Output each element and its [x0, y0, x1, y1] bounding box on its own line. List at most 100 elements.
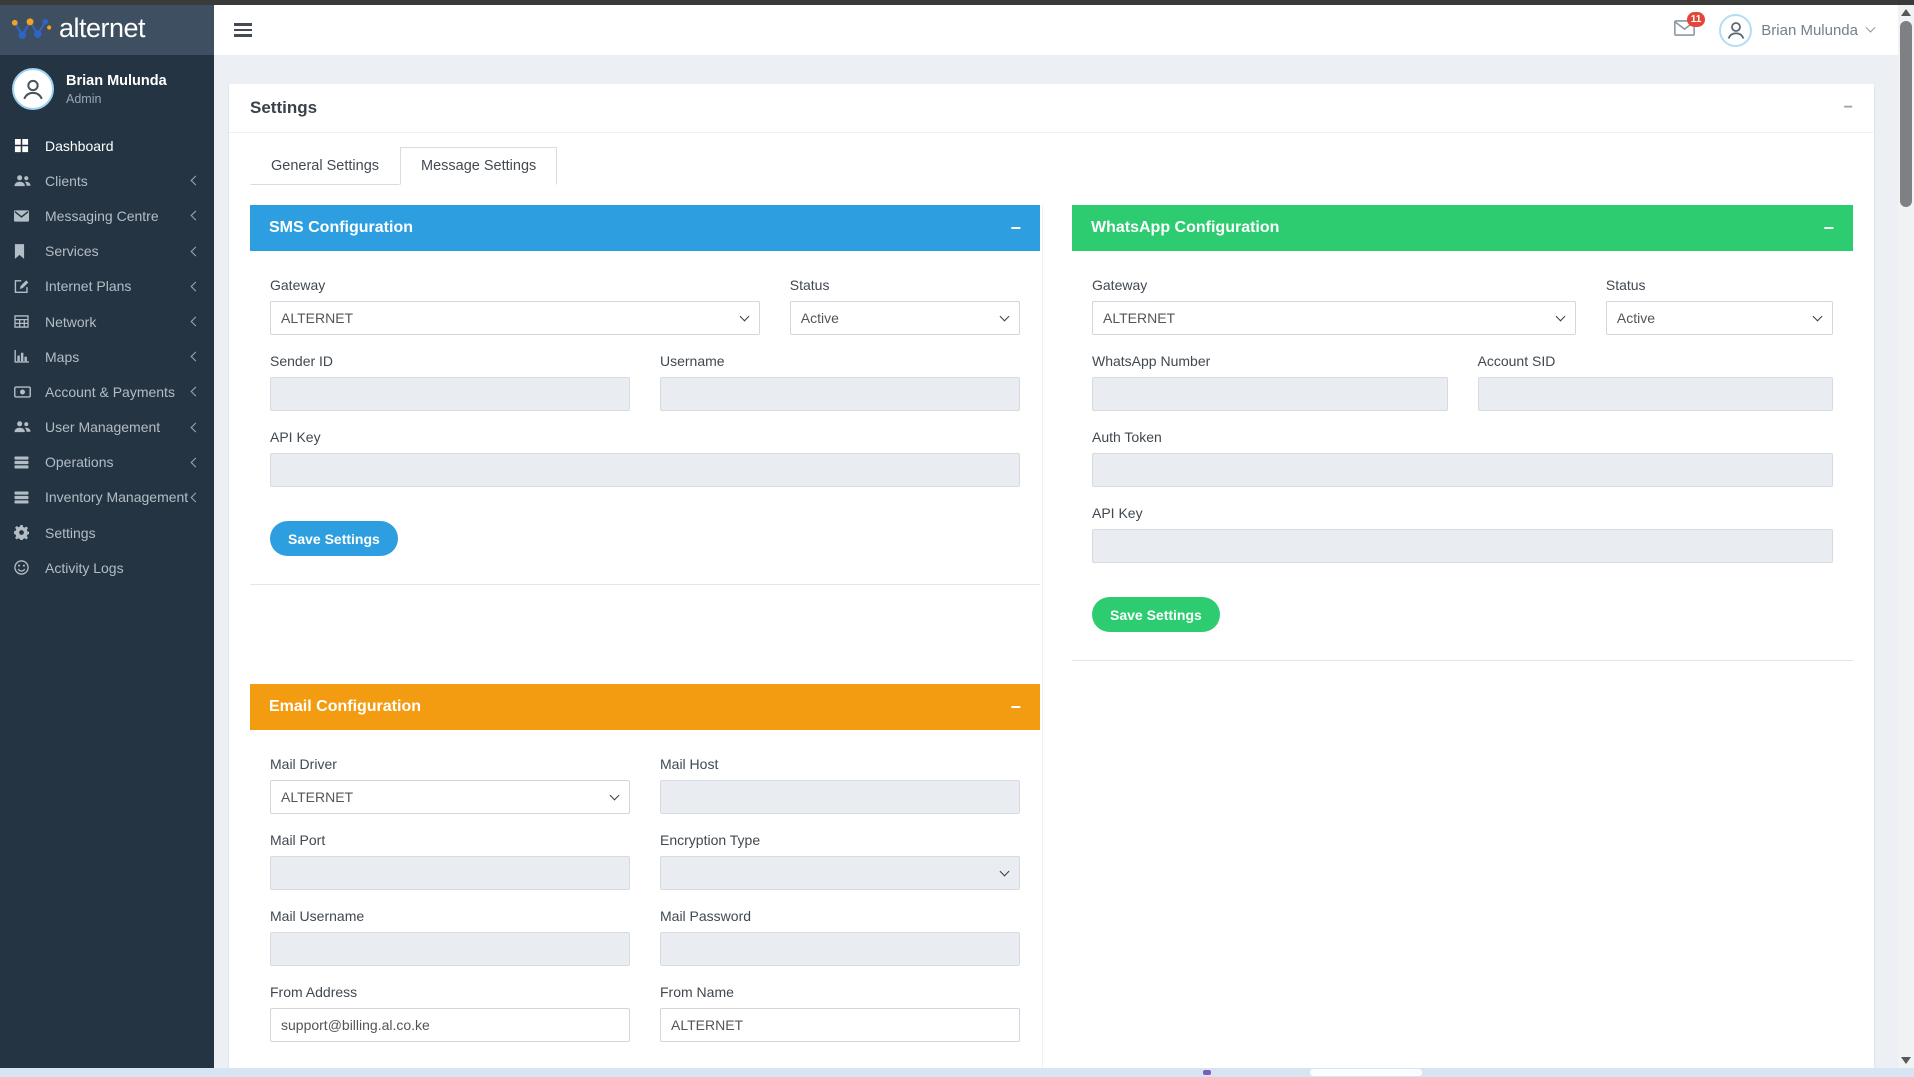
- whatsapp-number-input[interactable]: [1092, 377, 1448, 411]
- edit-icon: [14, 279, 36, 294]
- window-top-edge: [0, 0, 1914, 5]
- scroll-down-arrow-icon[interactable]: [1901, 1057, 1911, 1064]
- field-label: Mail Host: [660, 756, 1020, 772]
- sidebar-item-messaging-centre[interactable]: Messaging Centre: [0, 198, 214, 233]
- user-role: Admin: [66, 92, 167, 106]
- sms-panel-header: SMS Configuration −: [250, 205, 1040, 251]
- left-column: SMS Configuration−GatewayALTERNETStatusA…: [250, 205, 1043, 1068]
- sidebar-item-clients[interactable]: Clients: [0, 163, 214, 198]
- sidebar-item-services[interactable]: Services: [0, 234, 214, 269]
- save-settings-button[interactable]: Save Settings: [270, 521, 398, 556]
- user-avatar-icon: [1719, 14, 1752, 47]
- panel-collapse-button[interactable]: −: [1010, 219, 1021, 237]
- scrollbar-thumb[interactable]: [1900, 21, 1912, 207]
- sidebar-item-label: User Management: [45, 419, 160, 435]
- sidebar-item-label: Operations: [45, 454, 113, 470]
- messages-button[interactable]: 11: [1674, 20, 1695, 41]
- from-name-input[interactable]: [660, 1008, 1020, 1042]
- user-avatar: [12, 68, 54, 110]
- grid-icon: [14, 138, 36, 153]
- envelope-icon: [14, 210, 36, 222]
- tab-message-settings[interactable]: Message Settings: [400, 147, 557, 185]
- sidebar-item-operations[interactable]: Operations: [0, 445, 214, 480]
- whatsapp-panel-body: GatewayALTERNETStatusActiveWhatsApp Numb…: [1072, 251, 1853, 660]
- username-input[interactable]: [660, 377, 1020, 411]
- chevron-left-icon: [191, 457, 201, 467]
- card-collapse-button[interactable]: −: [1844, 100, 1853, 116]
- bookmark-icon: [14, 244, 36, 259]
- sidebar-item-user-management[interactable]: User Management: [0, 410, 214, 445]
- right-column: WhatsApp Configuration−GatewayALTERNETSt…: [1072, 205, 1853, 661]
- sms-panel-body: GatewayALTERNETStatusActiveSender IDUser…: [250, 251, 1040, 584]
- sidebar-nav: Dashboard Clients Messaging Centre Services…: [0, 128, 214, 585]
- sidebar-item-inventory-management[interactable]: Inventory Management: [0, 480, 214, 515]
- money-icon: [14, 386, 36, 398]
- field-label: Auth Token: [1092, 429, 1833, 445]
- from-address-input[interactable]: [270, 1008, 630, 1042]
- brand-logo[interactable]: alternet: [0, 5, 214, 55]
- app-window: alternet Brian Mulunda Admin Dashboard Cl…: [0, 0, 1914, 1077]
- sidebar-item-activity-logs[interactable]: Activity Logs: [0, 550, 214, 585]
- api-key-input[interactable]: [270, 453, 1020, 487]
- status-select[interactable]: Active: [790, 301, 1020, 335]
- panel-collapse-button[interactable]: −: [1010, 698, 1021, 716]
- sidebar-item-network[interactable]: Network: [0, 304, 214, 339]
- page-scrollbar[interactable]: [1898, 5, 1914, 1068]
- settings-card: Settings − General SettingsMessage Setti…: [229, 84, 1874, 1068]
- panel-title: SMS Configuration: [269, 219, 413, 237]
- brand-logo-icon: [10, 15, 52, 45]
- settings-tabs: General SettingsMessage Settings: [229, 133, 1874, 185]
- taskbar-edge: [0, 1068, 1914, 1077]
- chevron-left-icon: [191, 352, 201, 362]
- auth-token-input[interactable]: [1092, 453, 1833, 487]
- sidebar-item-label: Clients: [45, 173, 88, 189]
- email-panel-body: Mail DriverALTERNETMail HostMail PortEnc…: [250, 730, 1040, 1068]
- top-navbar: 11 Brian Mulunda: [214, 5, 1898, 55]
- tab-general-settings[interactable]: General Settings: [250, 147, 400, 185]
- field-label: Mail Port: [270, 832, 630, 848]
- status-select[interactable]: Active: [1606, 301, 1833, 335]
- account-sid-input[interactable]: [1478, 377, 1834, 411]
- sidebar-item-label: Messaging Centre: [45, 208, 159, 224]
- sidebar-item-internet-plans[interactable]: Internet Plans: [0, 269, 214, 304]
- mail-password-input[interactable]: [660, 932, 1020, 966]
- field-label: Account SID: [1478, 353, 1834, 369]
- sidebar-item-maps[interactable]: Maps: [0, 339, 214, 374]
- encryption-type-select[interactable]: [660, 856, 1020, 890]
- mail-driver-select[interactable]: ALTERNET: [270, 780, 630, 814]
- sender-id-input[interactable]: [270, 377, 630, 411]
- field-label: Gateway: [1092, 277, 1576, 293]
- table-icon: [14, 315, 36, 328]
- panel-collapse-button[interactable]: −: [1823, 219, 1834, 237]
- mail-host-input[interactable]: [660, 780, 1020, 814]
- field-label: Status: [790, 277, 1020, 293]
- sidebar-item-dashboard[interactable]: Dashboard: [0, 128, 214, 163]
- save-settings-button[interactable]: Save Settings: [1092, 597, 1220, 632]
- panel-title: WhatsApp Configuration: [1091, 219, 1279, 237]
- settings-card-header: Settings −: [229, 84, 1874, 133]
- user-menu[interactable]: Brian Mulunda: [1719, 14, 1874, 47]
- field-label: Sender ID: [270, 353, 630, 369]
- sidebar-toggle-button[interactable]: [232, 19, 254, 40]
- taskbar-item: [1310, 1069, 1422, 1076]
- user-name: Brian Mulunda: [66, 73, 167, 89]
- users-icon: [14, 174, 36, 188]
- gateway-select[interactable]: ALTERNET: [270, 301, 760, 335]
- mail-port-input[interactable]: [270, 856, 630, 890]
- chevron-left-icon: [191, 422, 201, 432]
- sidebar-item-label: Account & Payments: [45, 384, 175, 400]
- api-key-input[interactable]: [1092, 529, 1833, 563]
- server-icon: [14, 456, 36, 469]
- mail-username-input[interactable]: [270, 932, 630, 966]
- panel-title: Email Configuration: [269, 698, 421, 716]
- page-title: Settings: [250, 98, 317, 118]
- sidebar-item-settings[interactable]: Settings: [0, 515, 214, 550]
- field-label: Mail Password: [660, 908, 1020, 924]
- brand-name: alternet: [59, 15, 145, 46]
- chevron-left-icon: [191, 493, 201, 503]
- field-label: Mail Username: [270, 908, 630, 924]
- sidebar-item-account-payments[interactable]: Account & Payments: [0, 374, 214, 409]
- gateway-select[interactable]: ALTERNET: [1092, 301, 1576, 335]
- scroll-up-arrow-icon[interactable]: [1901, 9, 1911, 16]
- gear-icon: [14, 525, 36, 540]
